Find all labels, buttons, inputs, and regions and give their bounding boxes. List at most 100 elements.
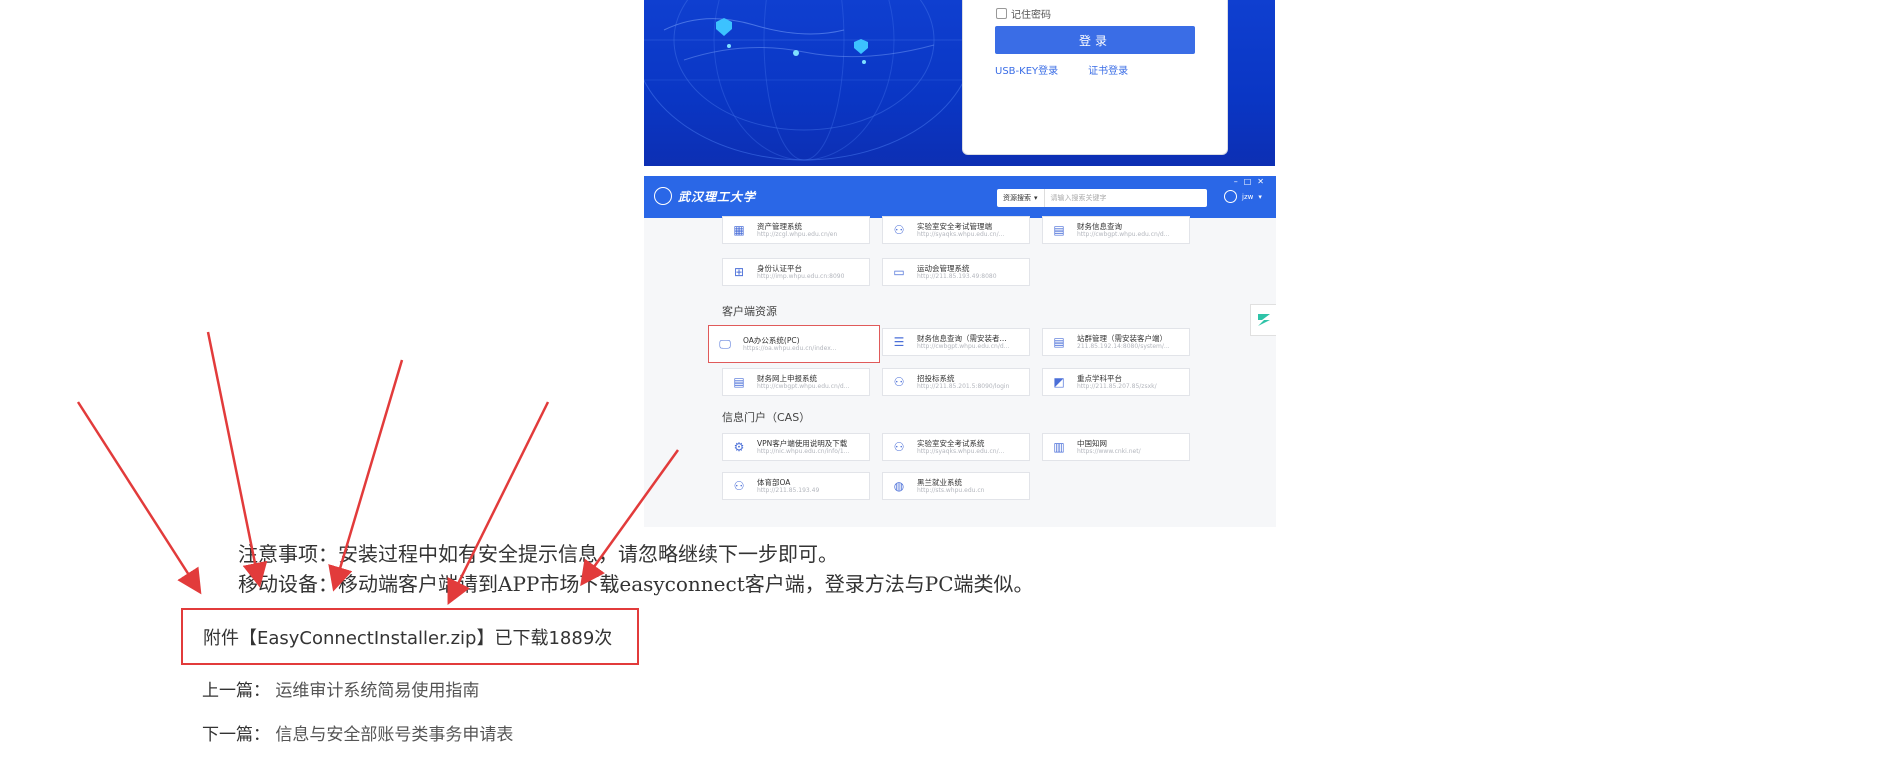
tile-name: 实验室安全考试管理端 <box>917 221 992 231</box>
tile-bidding[interactable]: ⚇ 招投标系统 http://211.85.201.5:8090/login <box>882 368 1030 396</box>
user-icon: ⚇ <box>893 375 905 389</box>
search-type-select[interactable]: 资源搜索 ▾ <box>997 189 1045 207</box>
database-icon: ☰ <box>893 335 905 349</box>
tile-name: 财务网上申报系统 <box>757 373 817 383</box>
asset-icon: ▦ <box>733 223 745 237</box>
tile-name: OA办公系统(PC) <box>743 335 800 345</box>
gear-icon: ⚙ <box>733 440 745 454</box>
user-menu[interactable]: jzw ▾ <box>1224 190 1262 203</box>
portal-header: 武汉理工大学 资源搜索 ▾ 请输入搜索关键字 jzw ▾ –□✕ <box>644 176 1276 218</box>
minimize-icon[interactable]: – <box>1234 177 1244 186</box>
building-icon: ▥ <box>1053 440 1065 454</box>
tile-url: http://cwbgpt.whpu.edu.cn/d... <box>917 342 1010 350</box>
tile-oa-pc[interactable]: 🖵 OA办公系统(PC) https://oa.whpu.edu.cn/index… <box>708 325 880 363</box>
tile-name: VPN客户端使用说明及下载 <box>757 438 848 448</box>
document-icon: ▤ <box>1053 335 1065 349</box>
tile-name: 体育部OA <box>757 477 791 487</box>
remember-password[interactable]: 记住密码 <box>996 6 1051 21</box>
tile-url: http://211.85.193.49:8080 <box>917 272 997 280</box>
prev-label: 上一篇： <box>202 681 270 701</box>
tile-url: https://www.cnki.net/ <box>1077 447 1141 455</box>
avatar-icon <box>1224 190 1237 203</box>
close-icon[interactable]: ✕ <box>1257 177 1270 186</box>
seal-icon <box>654 187 672 205</box>
client-section-title: 客户端资源 <box>722 305 777 318</box>
login-card: 记住密码 登录 USB-KEY登录 证书登录 <box>962 0 1228 155</box>
remember-checkbox[interactable] <box>996 8 1007 19</box>
tile-url: http://211.85.207.85/zsxk/ <box>1077 382 1157 390</box>
globe-icon: ◍ <box>893 479 905 493</box>
usb-key-login-link[interactable]: USB-KEY登录 <box>995 62 1058 77</box>
search-type-label: 资源搜索 <box>1003 194 1031 202</box>
logo-text: 武汉理工大学 <box>678 189 757 204</box>
portal-search[interactable]: 资源搜索 ▾ 请输入搜索关键字 <box>997 189 1207 207</box>
tile-url: http://syaqks.whpu.edu.cn/... <box>917 230 1005 238</box>
next-article[interactable]: 下一篇： 信息与安全部账号类事务申请表 <box>202 720 513 745</box>
remember-label: 记住密码 <box>1011 10 1051 21</box>
certificate-login-link[interactable]: 证书登录 <box>1088 62 1128 77</box>
search-input[interactable]: 请输入搜索关键字 <box>1045 193 1107 203</box>
globe-illustration <box>644 0 962 161</box>
tile-name: 财务信息查询 <box>1077 221 1122 231</box>
tile-url: http://211.85.201.5:8090/login <box>917 382 1010 390</box>
users-icon: ⚇ <box>893 440 905 454</box>
tile-url: https://oa.whpu.edu.cn/index... <box>743 344 837 352</box>
tile-name: 中国知网 <box>1077 438 1107 448</box>
next-title[interactable]: 信息与安全部账号类事务申请表 <box>275 725 513 745</box>
attachment-text: 附件【EasyConnectInstaller.zip】已下载1889次 <box>203 627 613 649</box>
tile-name: 站群管理（需安装客户端） <box>1077 333 1167 343</box>
tile-name: 运动会管理系统 <box>917 263 970 273</box>
lightning-icon <box>1258 314 1270 326</box>
side-float-tab[interactable] <box>1250 304 1276 336</box>
monitor-icon: ▭ <box>893 265 905 279</box>
tile-name: 身份认证平台 <box>757 263 802 273</box>
tile-key-discipline[interactable]: ◩ 重点学科平台 http://211.85.207.85/zsxk/ <box>1042 368 1190 396</box>
note-mobile: 移动设备：移动端客户端请到APP市场下载easyconnect客户端，登录方法与… <box>238 572 1034 596</box>
chevron-down-icon: ▾ <box>1034 194 1038 202</box>
tile-employment[interactable]: ◍ 黑兰就业系统 http://sts.whpu.edu.cn <box>882 472 1030 500</box>
tile-lab-exam[interactable]: ⚇ 实验室安全考试系统 http://syaqks.whpu.edu.cn/... <box>882 433 1030 461</box>
maximize-icon[interactable]: □ <box>1244 177 1258 186</box>
tile-name: 招投标系统 <box>917 373 955 383</box>
tile-name: 实验室安全考试系统 <box>917 438 985 448</box>
tile-finance-query[interactable]: ▤ 财务信息查询 http://cwbgpt.whpu.edu.cn/d... <box>1042 216 1190 244</box>
login-screenshot: 记住密码 登录 USB-KEY登录 证书登录 <box>644 0 1275 166</box>
grid-icon: ⊞ <box>733 265 745 279</box>
tile-url: http://sts.whpu.edu.cn <box>917 486 985 494</box>
tile-asset-management[interactable]: ▦ 资产管理系统 http://zcgl.whpu.edu.cn/en <box>722 216 870 244</box>
prev-title[interactable]: 运维审计系统简易使用指南 <box>275 681 479 701</box>
tile-finance-client[interactable]: ☰ 财务信息查询（需安装者... http://cwbgpt.whpu.edu.c… <box>882 328 1030 356</box>
tile-url: 211.85.192.14:8080/system/... <box>1077 342 1170 350</box>
attachment-download-link[interactable]: 附件【EasyConnectInstaller.zip】已下载1889次 <box>181 608 639 665</box>
document-icon: ▤ <box>1053 223 1065 237</box>
note-install: 注意事项：安装过程中如有安全提示信息，请忽略继续下一步即可。 <box>238 542 838 566</box>
tile-name: 资产管理系统 <box>757 221 802 231</box>
tile-url: http://cwbgpt.whpu.edu.cn/d... <box>1077 230 1170 238</box>
monitor-icon: 🖵 <box>719 336 731 351</box>
tile-lab-exam-admin[interactable]: ⚇ 实验室安全考试管理端 http://syaqks.whpu.edu.cn/..… <box>882 216 1030 244</box>
chevron-down-icon: ▾ <box>1258 192 1262 201</box>
document-icon: ▤ <box>733 375 745 389</box>
tile-sports-oa[interactable]: ⚇ 体育部OA http://211.85.193.49 <box>722 472 870 500</box>
tile-name: 黑兰就业系统 <box>917 477 962 487</box>
tile-url: http://nic.whpu.edu.cn/info/1... <box>757 447 850 455</box>
tile-identity-auth[interactable]: ⊞ 身份认证平台 http://imp.whpu.edu.cn:8090 <box>722 258 870 286</box>
tile-vpn-guide[interactable]: ⚙ VPN客户端使用说明及下载 http://nic.whpu.edu.cn/in… <box>722 433 870 461</box>
arrow-1 <box>76 401 202 595</box>
tile-cnki[interactable]: ▥ 中国知网 https://www.cnki.net/ <box>1042 433 1190 461</box>
tile-sports-meet[interactable]: ▭ 运动会管理系统 http://211.85.193.49:8080 <box>882 258 1030 286</box>
login-button[interactable]: 登录 <box>995 26 1195 54</box>
tile-url: http://syaqks.whpu.edu.cn/... <box>917 447 1005 455</box>
tile-site-group[interactable]: ▤ 站群管理（需安装客户端） 211.85.192.14:8080/system/… <box>1042 328 1190 356</box>
tile-finance-declare[interactable]: ▤ 财务网上申报系统 http://cwbgpt.whpu.edu.cn/d... <box>722 368 870 396</box>
tile-url: http://211.85.193.49 <box>757 486 820 494</box>
tile-url: http://imp.whpu.edu.cn:8090 <box>757 272 845 280</box>
tile-name: 财务信息查询（需安装者... <box>917 333 1007 343</box>
tile-name: 重点学科平台 <box>1077 373 1122 383</box>
login-links: USB-KEY登录 证书登录 <box>995 62 1128 77</box>
user-name: jzw <box>1242 192 1254 201</box>
window-controls[interactable]: –□✕ <box>1234 177 1270 186</box>
user-icon: ⚇ <box>893 223 905 237</box>
next-label: 下一篇： <box>202 725 270 745</box>
prev-article[interactable]: 上一篇： 运维审计系统简易使用指南 <box>202 676 479 701</box>
